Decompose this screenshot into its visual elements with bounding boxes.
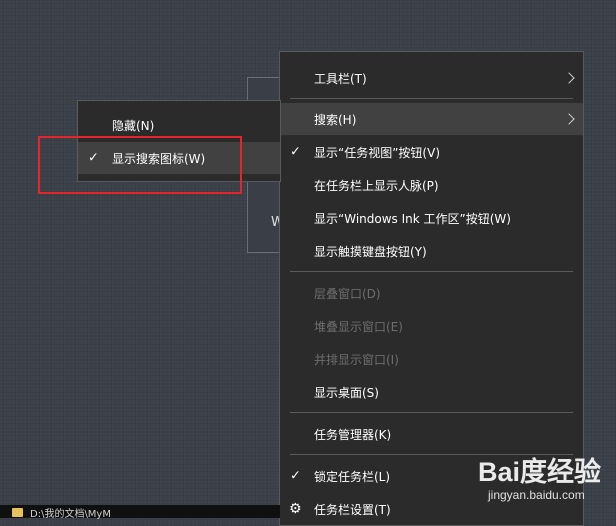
menu-item-side-by-side-windows: 并排显示窗口(I) [280, 343, 583, 375]
folder-icon [12, 508, 23, 517]
menu-item-label: 堆叠显示窗口(E) [314, 319, 403, 334]
menu-item-label: 搜索(H) [314, 112, 357, 127]
menu-item-search[interactable]: 搜索(H) [280, 103, 583, 135]
watermark-logo: Bai度经验 [478, 457, 602, 487]
menu-item-label: 显示“任务视图”按钮(V) [314, 145, 441, 160]
menu-item-cascade-windows: 层叠窗口(D) [280, 277, 583, 309]
menu-separator [290, 271, 573, 272]
menu-item-label: 显示触摸键盘按钮(Y) [314, 244, 427, 259]
checkmark-icon: ✓ [290, 144, 301, 160]
menu-item-label: 工具栏(T) [314, 71, 367, 86]
menu-separator [290, 98, 573, 99]
watermark: Bai度经验 jingyan.baidu.com [478, 450, 614, 510]
menu-item-label: 层叠窗口(D) [314, 286, 381, 301]
menu-item-show-windows-ink-button[interactable]: 显示“Windows Ink 工作区”按钮(W) [280, 202, 583, 234]
menu-item-toolbars[interactable]: 工具栏(T) [280, 62, 583, 94]
menu-item-show-desktop[interactable]: 显示桌面(S) [280, 376, 583, 408]
chevron-right-icon [563, 72, 575, 84]
submenu-item-label: 隐藏(N) [112, 118, 155, 133]
menu-item-stack-windows: 堆叠显示窗口(E) [280, 310, 583, 342]
menu-separator [290, 412, 573, 413]
menu-item-show-people[interactable]: 在任务栏上显示人脉(P) [280, 169, 583, 201]
checkmark-icon: ✓ [290, 468, 301, 484]
watermark-url: jingyan.baidu.com [488, 488, 585, 502]
chevron-right-icon [563, 113, 575, 125]
menu-item-label: 锁定任务栏(L) [314, 469, 391, 484]
menu-item-label: 显示“Windows Ink 工作区”按钮(W) [314, 211, 511, 226]
menu-item-label: 任务管理器(K) [314, 427, 392, 442]
taskbar: D:\我的文档\MyM [0, 505, 280, 520]
menu-item-label: 显示桌面(S) [314, 385, 379, 400]
gear-icon: ⚙ [289, 501, 302, 517]
menu-item-label: 任务栏设置(T) [314, 502, 391, 517]
menu-item-show-task-view-button[interactable]: ✓ 显示“任务视图”按钮(V) [280, 136, 583, 168]
menu-item-label: 在任务栏上显示人脉(P) [314, 178, 439, 193]
annotation-highlight-box [38, 136, 242, 194]
menu-item-task-manager[interactable]: 任务管理器(K) [280, 418, 583, 450]
menu-item-show-touch-keyboard-button[interactable]: 显示触摸键盘按钮(Y) [280, 235, 583, 267]
menu-item-label: 并排显示窗口(I) [314, 352, 399, 367]
